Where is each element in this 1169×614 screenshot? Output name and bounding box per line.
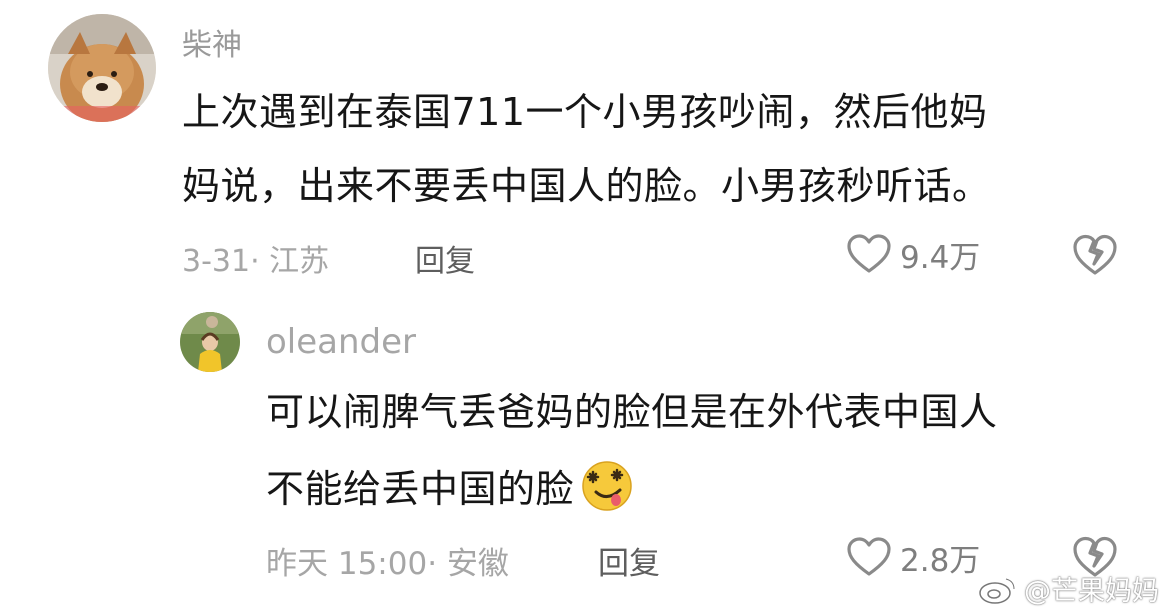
comment-meta: 昨天 15:00· 安徽: [266, 546, 509, 582]
child-yellow-raincoat-avatar-icon: [180, 312, 240, 372]
like-button[interactable]: 9.4万: [846, 233, 981, 276]
username[interactable]: oleander: [266, 322, 416, 362]
reply-comment: oleander 可以闹脾气丢爸妈的脸但是在外代表中国人 不能给丢中国的脸 昨天…: [0, 300, 1169, 614]
watermark: @芒果妈妈: [978, 569, 1159, 608]
dizzy-tongue-face-emoji-icon: [580, 460, 634, 525]
dislike-button[interactable]: [1072, 234, 1118, 280]
heart-icon: [847, 537, 891, 576]
heart-icon: [847, 234, 891, 273]
comment-text-line: 妈说，出来不要丢中国人的脸。小男孩秒听话。: [182, 164, 991, 208]
weibo-logo-icon: [979, 577, 1016, 604]
comment-text-line-with-emoji: 不能给丢中国的脸: [266, 460, 634, 525]
comment-text-line: 上次遇到在泰国711一个小男孩吵闹，然后他妈: [182, 90, 988, 134]
shiba-dog-avatar-icon: [48, 14, 156, 122]
comment: 柴神 上次遇到在泰国711一个小男孩吵闹，然后他妈 妈说，出来不要丢中国人的脸。…: [0, 0, 1169, 300]
broken-heart-icon: [1073, 234, 1117, 275]
like-button[interactable]: 2.8万: [846, 536, 981, 579]
like-count: 9.4万: [900, 239, 981, 276]
avatar[interactable]: [48, 14, 156, 122]
avatar[interactable]: [180, 312, 240, 372]
username[interactable]: 柴神: [182, 20, 242, 64]
comment-text-line: 可以闹脾气丢爸妈的脸但是在外代表中国人: [266, 390, 998, 434]
like-count: 2.8万: [900, 542, 981, 579]
reply-button[interactable]: 回复: [415, 236, 475, 280]
comment-meta: 3-31· 江苏: [182, 244, 330, 279]
comment-text-line: 不能给丢中国的脸: [266, 467, 575, 511]
reply-button[interactable]: 回复: [598, 538, 660, 583]
watermark-text: @芒果妈妈: [1024, 576, 1159, 607]
